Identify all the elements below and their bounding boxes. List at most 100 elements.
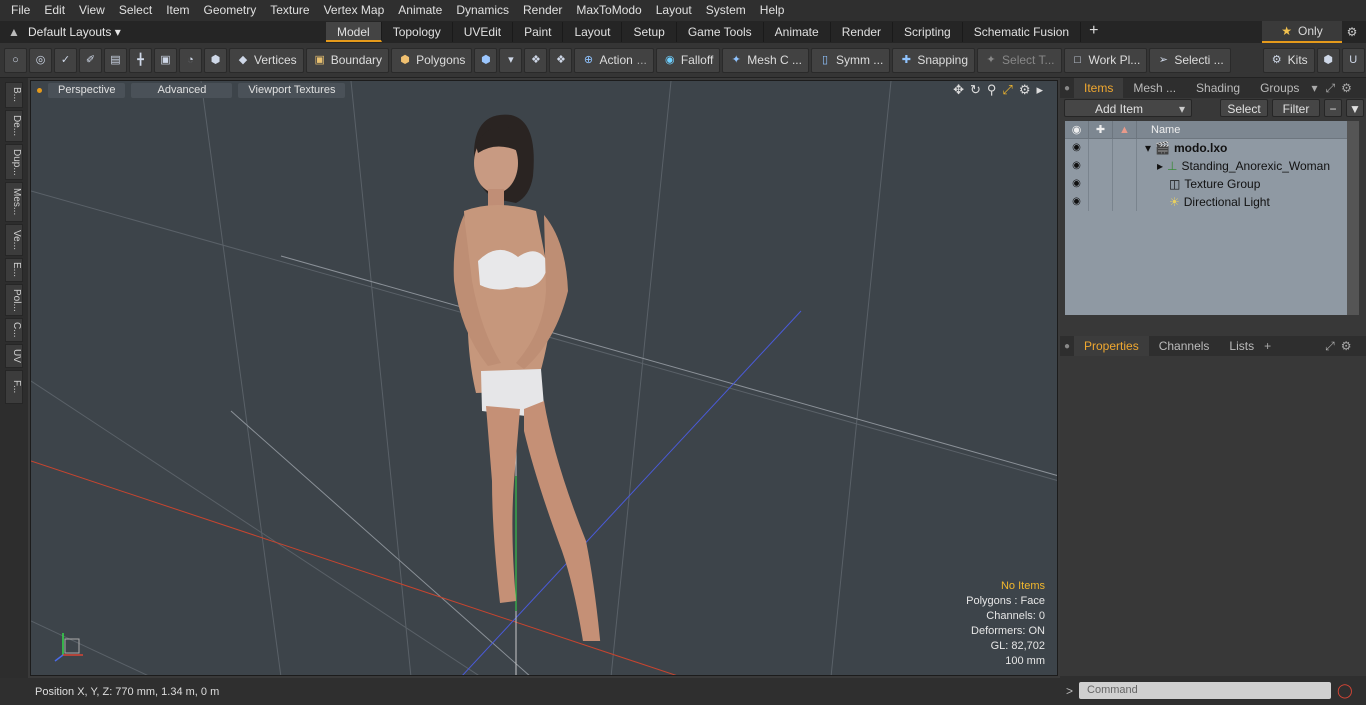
select-through-button[interactable]: ✦ Select T... bbox=[977, 47, 1062, 73]
tab-paint[interactable]: Paint bbox=[513, 22, 564, 42]
tab-properties[interactable]: Properties bbox=[1074, 336, 1149, 356]
tab-groups[interactable]: Groups bbox=[1250, 78, 1309, 98]
props-dot-icon[interactable]: ● bbox=[1060, 341, 1074, 352]
rotate-icon[interactable]: ↻ bbox=[970, 82, 981, 98]
sym-x-button[interactable]: ❖ bbox=[524, 47, 548, 73]
item-mode-button[interactable]: ⬢ bbox=[204, 47, 227, 73]
polygons-button[interactable]: ⬢ Polygons bbox=[391, 47, 473, 73]
filter-button[interactable]: Filter bbox=[1272, 99, 1320, 117]
collapse-triangle-icon[interactable]: ▾ bbox=[1145, 141, 1151, 155]
symmetry-button[interactable]: ▯ Symm ... bbox=[810, 47, 891, 73]
tab-channels[interactable]: Channels bbox=[1149, 336, 1220, 356]
square-button[interactable]: ▣ bbox=[154, 47, 177, 73]
eye-icon[interactable]: ◉ bbox=[1065, 193, 1089, 211]
eye-icon[interactable]: ◉ bbox=[1065, 139, 1089, 157]
viewport-gear-icon[interactable]: ⚙ bbox=[1019, 82, 1031, 98]
menu-system[interactable]: System bbox=[699, 0, 753, 21]
viewport-options-dot-icon[interactable] bbox=[37, 87, 42, 93]
tree-row-scene[interactable]: ◉ ▾ 🎬 modo.lxo bbox=[1065, 139, 1347, 157]
visibility-column-icon[interactable]: ◉ bbox=[1065, 120, 1089, 139]
layout-selector[interactable]: Default Layouts ▾ bbox=[28, 25, 128, 39]
layout-arrow-icon[interactable]: ▲ bbox=[0, 25, 28, 39]
unreal-button[interactable]: U bbox=[1341, 47, 1365, 73]
snapping-button[interactable]: ✚ Snapping bbox=[892, 47, 976, 73]
tab-setup[interactable]: Setup bbox=[622, 22, 677, 42]
left-tab-edge[interactable]: E... bbox=[5, 258, 23, 282]
left-tab-polygon[interactable]: Pol... bbox=[5, 284, 23, 316]
tree-row-mesh[interactable]: ◉ ▸ ⊥ Standing_Anorexic_Woman bbox=[1065, 157, 1347, 175]
panel-dot-icon[interactable]: ● bbox=[1060, 83, 1074, 94]
maximize-icon[interactable]: ⤢ bbox=[1002, 82, 1012, 98]
sym-y-button[interactable]: ❖ bbox=[549, 47, 573, 73]
left-tab-duplicate[interactable]: Dup... bbox=[5, 144, 23, 180]
globe-button[interactable]: ◎ bbox=[29, 47, 52, 73]
menu-maxtomodo[interactable]: MaxToModo bbox=[569, 0, 648, 21]
left-tab-basic[interactable]: B... bbox=[5, 82, 23, 108]
menu-render[interactable]: Render bbox=[516, 0, 569, 21]
tree-row-texture-group[interactable]: ◉ ◫ Texture Group bbox=[1065, 175, 1347, 193]
arc-button[interactable]: ◔ bbox=[179, 47, 202, 73]
perspective-button[interactable]: Perspective bbox=[48, 82, 126, 98]
eye-icon[interactable]: ◉ bbox=[1065, 175, 1089, 193]
menu-layout[interactable]: Layout bbox=[649, 0, 699, 21]
left-tab-curve[interactable]: C... bbox=[5, 318, 23, 342]
kits-button[interactable]: ⚙ Kits bbox=[1262, 47, 1315, 73]
add-tab-icon[interactable]: + bbox=[1081, 22, 1106, 42]
eye-icon[interactable]: ◉ bbox=[1065, 157, 1089, 175]
boundary-button[interactable]: ▣ Boundary bbox=[305, 47, 390, 73]
work-plane-button[interactable]: □ Work Pl... bbox=[1063, 47, 1148, 73]
menu-geometry[interactable]: Geometry bbox=[197, 0, 264, 21]
tab-render[interactable]: Render bbox=[831, 22, 894, 42]
center-button[interactable]: ╋ bbox=[129, 47, 152, 73]
tab-schematic-fusion[interactable]: Schematic Fusion bbox=[963, 22, 1082, 42]
lock-column-icon[interactable]: ✚ bbox=[1089, 120, 1113, 139]
only-toggle[interactable]: ★ Only bbox=[1262, 21, 1342, 43]
select-button[interactable]: Select bbox=[1220, 99, 1268, 117]
funnel-icon[interactable]: ▼ bbox=[1346, 99, 1364, 117]
advanced-button[interactable]: Advanced bbox=[131, 82, 233, 98]
left-tab-deform[interactable]: De... bbox=[5, 110, 23, 142]
props-expand-icon[interactable]: ⤢ bbox=[1325, 339, 1335, 354]
expand-icon[interactable]: ⤢ bbox=[1325, 81, 1335, 96]
viewport-textures-button[interactable]: Viewport Textures bbox=[238, 82, 346, 98]
record-icon[interactable]: ◯ bbox=[1337, 682, 1353, 699]
pen-button[interactable]: ✓ bbox=[54, 47, 77, 73]
props-gear-icon[interactable]: ⚙ bbox=[1341, 339, 1352, 353]
woman-model[interactable] bbox=[426, 101, 611, 641]
brush-button[interactable]: ✐ bbox=[79, 47, 102, 73]
menu-dynamics[interactable]: Dynamics bbox=[449, 0, 516, 21]
dropdown-button[interactable]: ▾ bbox=[499, 47, 523, 73]
collapse-icon[interactable]: − bbox=[1324, 99, 1342, 117]
menu-item[interactable]: Item bbox=[159, 0, 196, 21]
zoom-icon[interactable]: ⚲ bbox=[987, 82, 997, 98]
move-icon[interactable]: ✥ bbox=[953, 82, 964, 98]
select-circle-button[interactable]: ○ bbox=[4, 47, 27, 73]
left-tab-mesh-edit[interactable]: Mes... bbox=[5, 182, 23, 222]
menu-edit[interactable]: Edit bbox=[37, 0, 72, 21]
left-tab-vertex[interactable]: Ve... bbox=[5, 224, 23, 256]
tab-shading[interactable]: Shading bbox=[1186, 78, 1250, 98]
falloff-button[interactable]: ◉ Falloff bbox=[655, 47, 721, 73]
menu-select[interactable]: Select bbox=[112, 0, 159, 21]
menu-file[interactable]: File bbox=[4, 0, 37, 21]
tab-items[interactable]: Items bbox=[1074, 78, 1124, 98]
expand-triangle-icon[interactable]: ▸ bbox=[1157, 159, 1163, 173]
gear-icon[interactable]: ⚙ bbox=[1342, 21, 1362, 43]
tree-row-light[interactable]: ◉ ☀ Directional Light bbox=[1065, 193, 1347, 211]
tab-model[interactable]: Model bbox=[326, 22, 382, 42]
add-item-button[interactable]: Add Item ▾ bbox=[1064, 99, 1192, 117]
tab-lists[interactable]: Lists bbox=[1219, 336, 1264, 356]
tab-layout[interactable]: Layout bbox=[563, 22, 623, 42]
left-tab-fusion[interactable]: F... bbox=[5, 370, 23, 404]
command-input[interactable]: Command bbox=[1079, 682, 1332, 699]
mesh-c-button[interactable]: ✦ Mesh C ... bbox=[722, 47, 809, 73]
play-arrow-icon[interactable]: ▸ bbox=[1036, 82, 1043, 98]
material-button[interactable]: ⬢ bbox=[474, 47, 498, 73]
menu-vertex-map[interactable]: Vertex Map bbox=[317, 0, 392, 21]
left-tab-uv[interactable]: UV bbox=[5, 344, 23, 368]
menu-help[interactable]: Help bbox=[753, 0, 792, 21]
add-props-tab-icon[interactable]: + bbox=[1264, 339, 1271, 353]
tree-scrollbar[interactable] bbox=[1347, 121, 1359, 315]
menu-texture[interactable]: Texture bbox=[263, 0, 316, 21]
panel-gear-icon[interactable]: ⚙ bbox=[1341, 81, 1352, 95]
